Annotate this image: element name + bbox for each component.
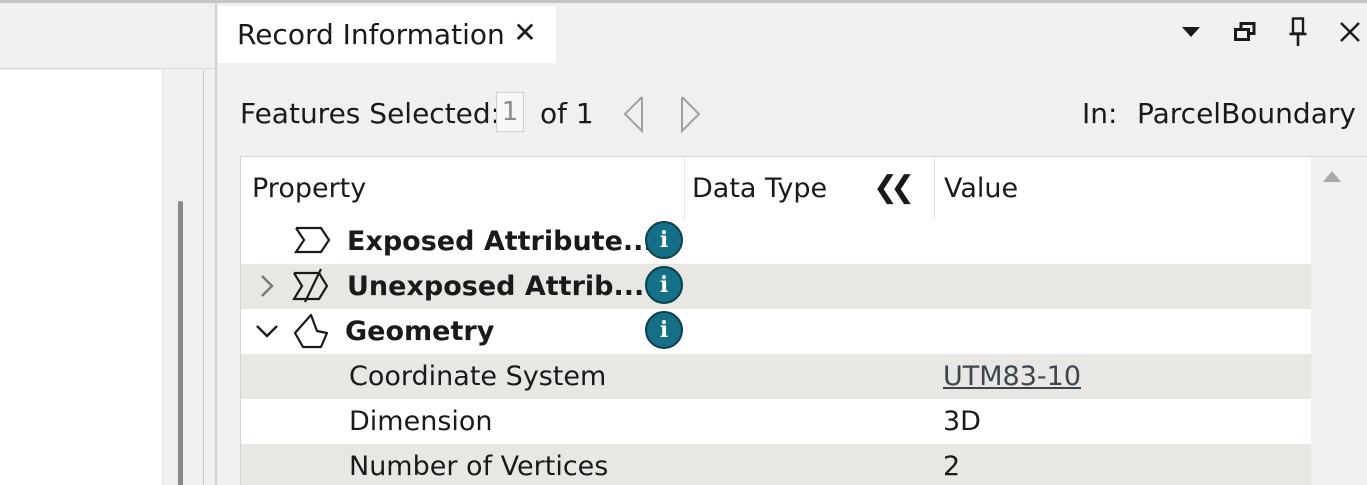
left-pane-header	[0, 3, 216, 69]
unexposed-attributes-icon	[291, 266, 333, 310]
exposed-attributes-icon	[293, 221, 333, 263]
collapse-columns-icon[interactable]: ❮❮	[873, 173, 915, 203]
row-label: Geometry	[345, 316, 495, 347]
row-value: 3D	[943, 406, 981, 437]
float-window-icon[interactable]	[1229, 12, 1261, 52]
info-icon[interactable]: i	[645, 311, 683, 349]
info-icon[interactable]: i	[645, 266, 683, 304]
row-label: Coordinate System	[349, 361, 607, 392]
column-header-property[interactable]: Property	[252, 173, 366, 204]
chevron-right-icon[interactable]	[255, 271, 279, 301]
column-separator[interactable]	[684, 157, 685, 219]
left-pane-border	[203, 70, 204, 485]
features-selected-label: Features Selected:	[240, 97, 501, 130]
table-header: Property Data Type ❮❮ Value	[241, 157, 1311, 219]
previous-feature-icon[interactable]	[622, 95, 646, 134]
table-row-dimension[interactable]: Dimension 3D	[241, 399, 1311, 444]
tab-record-information[interactable]: Record Information ✕	[218, 6, 556, 63]
column-header-data-type[interactable]: Data Type	[692, 173, 827, 204]
row-label: Dimension	[349, 406, 493, 437]
pin-icon[interactable]	[1282, 12, 1314, 52]
feature-type-label: In:	[1082, 97, 1118, 130]
table-row-exposed-attributes[interactable]: Exposed Attribute... i	[241, 219, 1311, 264]
column-separator[interactable]	[934, 157, 935, 219]
table-row-coordinate-system[interactable]: Coordinate System UTM83-10	[241, 354, 1311, 399]
record-table: Property Data Type ❮❮ Value Exposed Attr…	[240, 156, 1367, 485]
record-information-panel: Features Selected: 1 of 1 In: ParcelBoun…	[218, 63, 1367, 485]
row-label: Number of Vertices	[349, 451, 609, 482]
row-value: 2	[943, 451, 961, 482]
coordinate-system-link[interactable]: UTM83-10	[943, 361, 1081, 392]
chevron-down-icon[interactable]	[254, 316, 278, 346]
tab-close-icon[interactable]: ✕	[510, 16, 540, 50]
tab-title: Record Information	[237, 18, 505, 51]
next-feature-icon[interactable]	[678, 95, 702, 134]
geometry-icon	[291, 311, 331, 355]
table-row-geometry[interactable]: Geometry i	[241, 309, 1311, 354]
left-pane-scroll-thumb[interactable]	[178, 201, 183, 485]
feature-count-label: of 1	[540, 97, 594, 130]
table-row-unexposed-attributes[interactable]: Unexposed Attrib... i	[241, 264, 1311, 309]
table-row-number-of-vertices[interactable]: Number of Vertices 2	[241, 444, 1311, 485]
feature-type-value: ParcelBoundary	[1137, 97, 1356, 130]
feature-index-field[interactable]: 1	[496, 92, 524, 132]
row-label: Exposed Attribute...	[347, 226, 654, 257]
scroll-up-arrow-icon[interactable]	[1323, 171, 1341, 182]
close-icon[interactable]	[1334, 12, 1366, 52]
row-label: Unexposed Attrib...	[347, 271, 645, 302]
pane-splitter[interactable]	[215, 3, 217, 485]
column-header-value[interactable]: Value	[944, 173, 1018, 204]
table-vertical-scrollbar[interactable]	[1311, 157, 1367, 485]
left-pane	[0, 3, 216, 485]
dropdown-arrow-icon[interactable]	[1175, 12, 1207, 52]
info-icon[interactable]: i	[645, 221, 683, 259]
